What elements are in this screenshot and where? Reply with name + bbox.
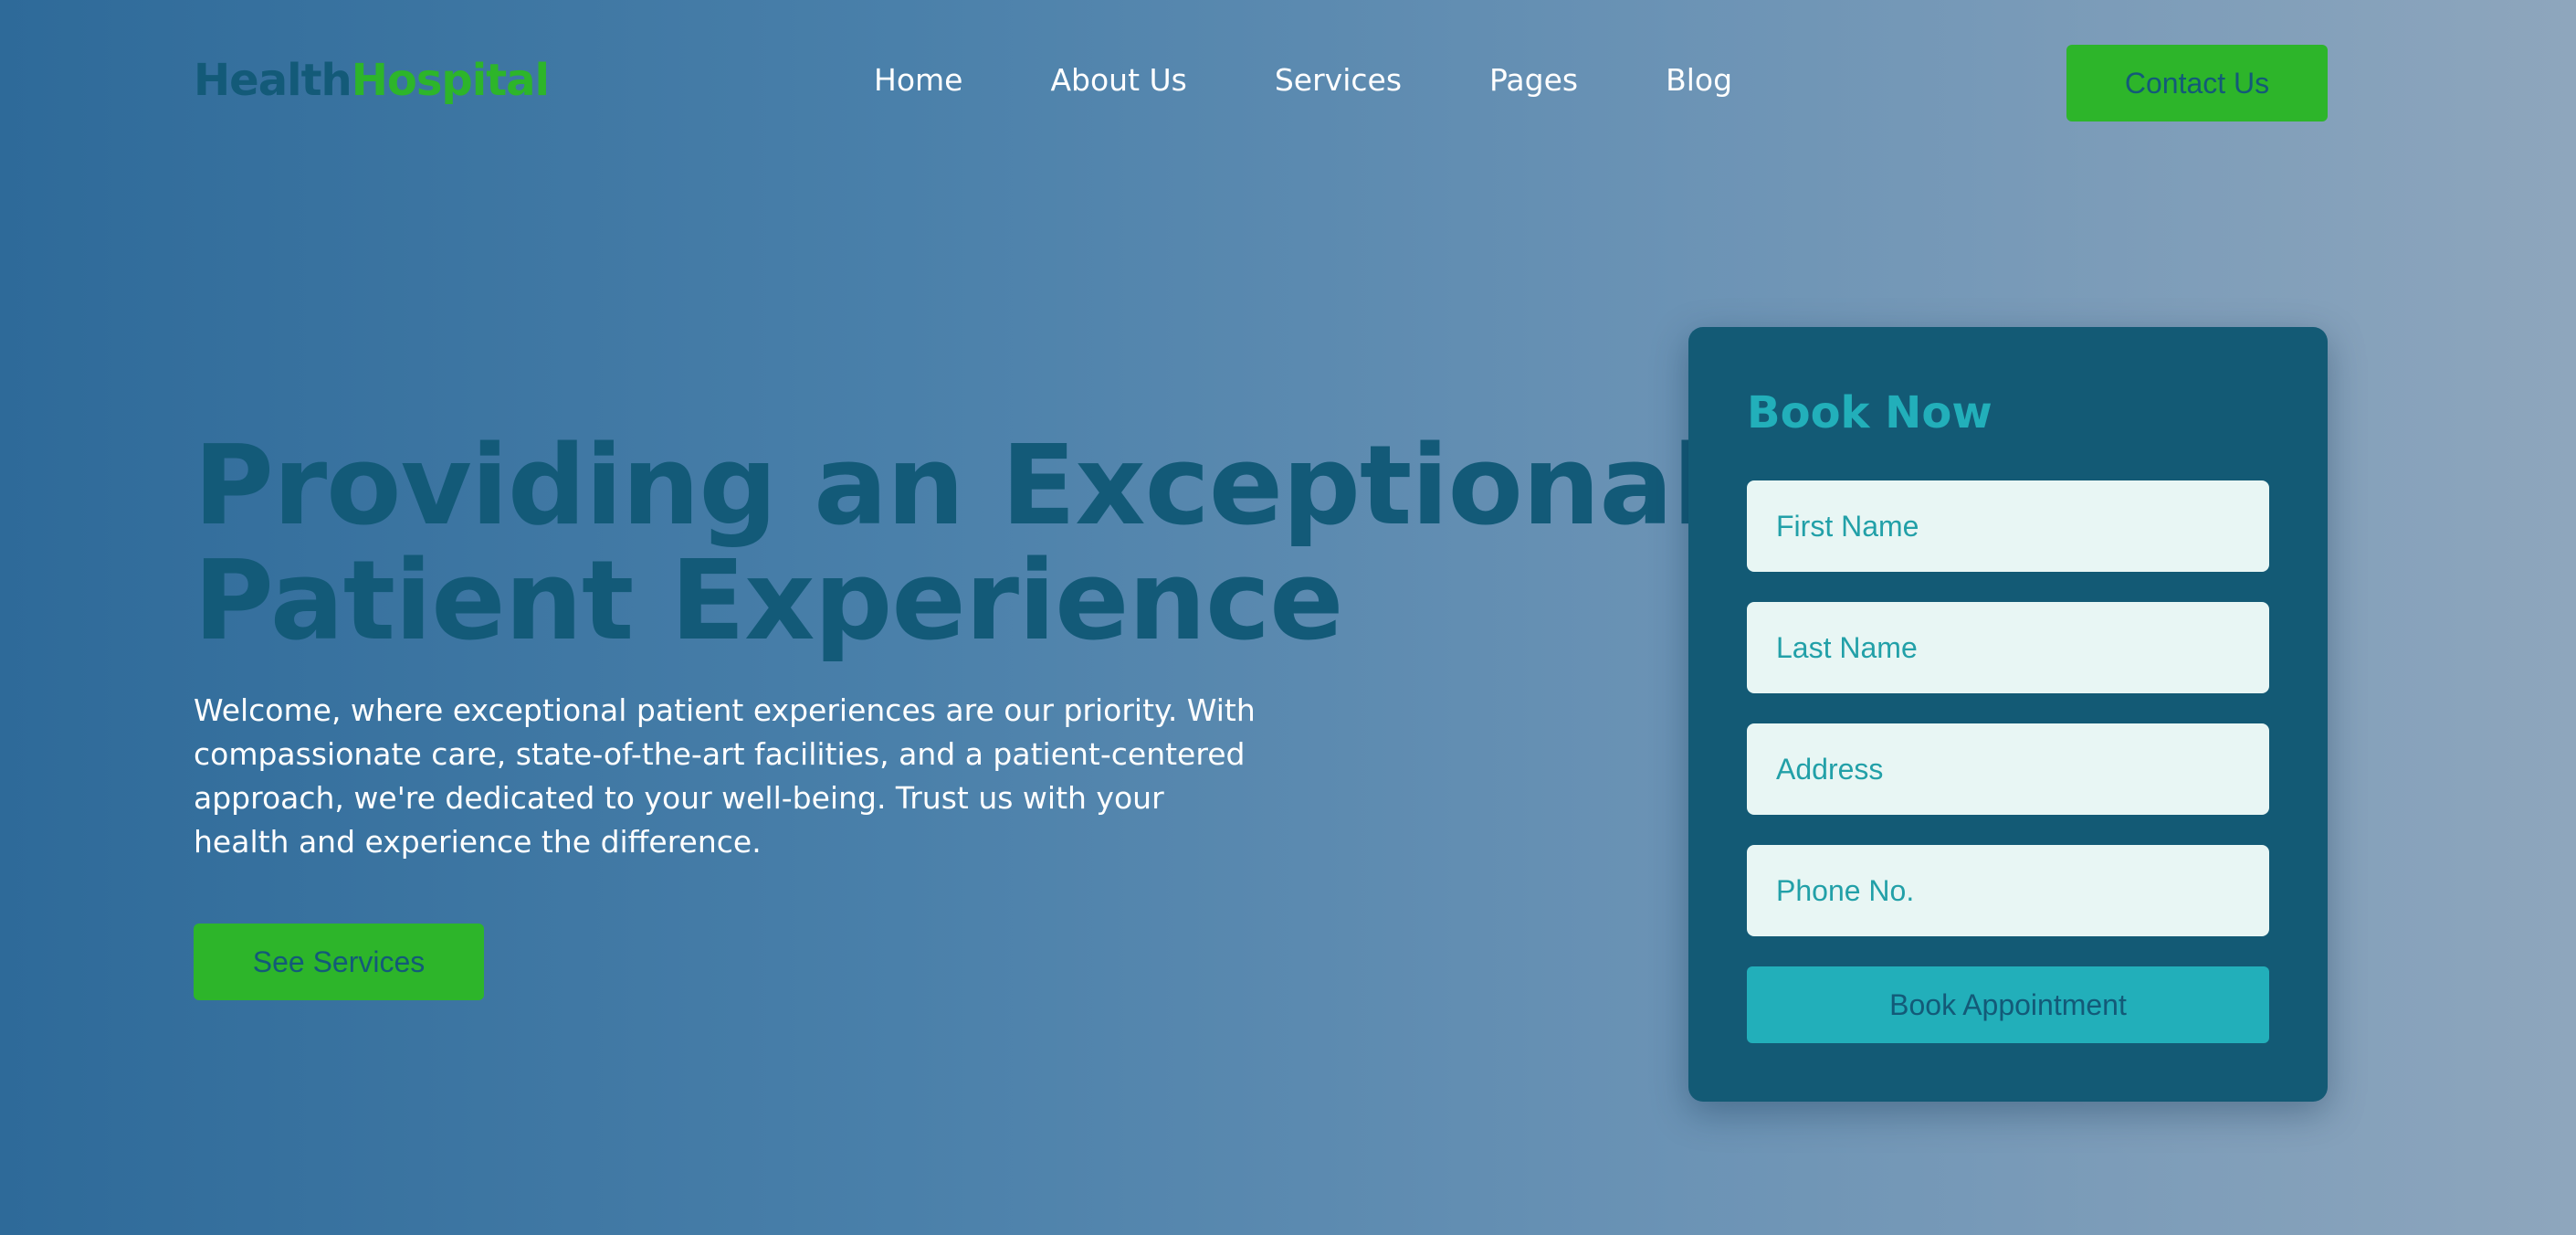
booking-form: Book Now Book Appointment [1688, 327, 2328, 1102]
nav-item-home[interactable]: Home [874, 62, 962, 98]
hero-title-line-1: Providing an Exceptional [194, 423, 1710, 550]
contact-us-button[interactable]: Contact Us [2066, 45, 2328, 121]
last-name-field[interactable] [1747, 602, 2269, 693]
see-services-button[interactable]: See Services [194, 924, 484, 1000]
nav-item-blog[interactable]: Blog [1666, 62, 1732, 98]
hero-title-line-2: Patient Experience [194, 538, 1343, 665]
first-name-field[interactable] [1747, 480, 2269, 572]
book-appointment-button[interactable]: Book Appointment [1747, 966, 2269, 1043]
hero-title: Providing an Exceptional Patient Experie… [194, 423, 1710, 665]
nav-item-about-us[interactable]: About Us [1050, 62, 1186, 98]
logo-part-hospital: Hospital [351, 55, 550, 106]
address-field[interactable] [1747, 723, 2269, 815]
hero-description: Welcome, where exceptional patient exper… [194, 692, 1256, 860]
main-nav: Home About Us Services Pages Blog [874, 62, 1732, 98]
booking-title: Book Now [1747, 387, 1992, 438]
phone-field[interactable] [1747, 845, 2269, 936]
nav-item-pages[interactable]: Pages [1489, 62, 1578, 98]
logo-part-health: Health [194, 55, 352, 106]
nav-item-services[interactable]: Services [1275, 62, 1402, 98]
logo[interactable]: HealthHospital [194, 55, 550, 106]
